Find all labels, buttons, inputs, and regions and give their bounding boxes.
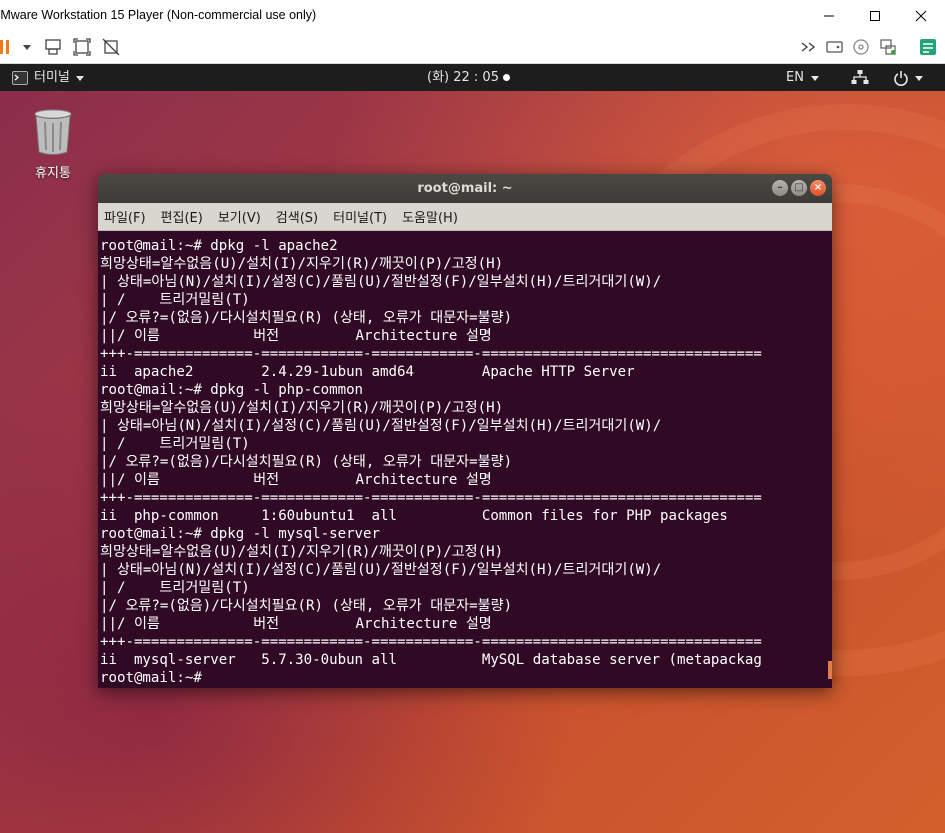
menu-file[interactable]: 파일(F) <box>104 207 146 226</box>
vmware-titlebar: VMware Workstation 15 Player (Non-commer… <box>0 0 945 31</box>
terminal-app-icon <box>12 70 28 85</box>
terminal-line: 희망상태=알수없음(U)/설치(I)/지우기(R)/깨끗이(P)/고정(H) <box>100 256 504 272</box>
terminal-menubar: 파일(F) 편집(E) 보기(V) 검색(S) 터미널(T) 도움말(H) <box>98 203 832 231</box>
app-menu-label: 터미널 <box>34 70 70 85</box>
language-indicator[interactable]: EN <box>786 64 820 91</box>
terminal-line: root@mail:~# dpkg -l apache2 <box>100 238 338 254</box>
terminal-line: ||/ 이름 버전 Architecture 설명 <box>100 328 492 344</box>
network-icon[interactable] <box>878 37 898 57</box>
notes-icon[interactable] <box>918 37 938 57</box>
close-icon[interactable] <box>898 0 944 31</box>
menu-edit[interactable]: 편집(E) <box>161 207 203 226</box>
minimize-icon[interactable]: – <box>772 180 788 196</box>
terminal-line: |/ 오류?=(없음)/다시설치필요(R) (상태, 오류가 대문자=불량) <box>100 598 513 614</box>
terminal-line: | 상태=아님(N)/설치(I)/설정(C)/풀림(U)/절반설정(F)/일부설… <box>100 418 662 434</box>
trash-label: 휴지통 <box>35 166 71 181</box>
window-title: VMware Workstation 15 Player (Non-commer… <box>0 8 317 22</box>
terminal-line: 희망상태=알수없음(U)/설치(I)/지우기(R)/깨끗이(P)/고정(H) <box>100 400 504 416</box>
terminal-window: root@mail: ~ – □ × 파일(F) 편집(E) 보기(V) 검색(… <box>98 174 832 688</box>
menu-search[interactable]: 검색(S) <box>276 207 318 226</box>
terminal-line: root@mail:~# dpkg -l mysql-server <box>100 526 381 542</box>
terminal-line: ||/ 이름 버전 Architecture 설명 <box>100 472 492 488</box>
gnome-topbar: 터미널 (화) 22 : 05 EN <box>0 64 945 91</box>
terminal-line: | 상태=아님(N)/설치(I)/설정(C)/풀림(U)/절반설정(F)/일부설… <box>100 274 662 290</box>
menu-terminal[interactable]: 터미널(T) <box>333 207 387 226</box>
maximize-icon[interactable]: □ <box>791 180 807 196</box>
language-label: EN <box>786 70 804 85</box>
send-keys-icon[interactable] <box>43 37 63 57</box>
cd-icon[interactable] <box>851 37 871 57</box>
vmware-toolbar <box>0 31 945 64</box>
terminal-line: | / 트리거밀림(T) <box>100 436 250 452</box>
ubuntu-desktop: 터미널 (화) 22 : 05 EN 휴지통 root@mail: ~ – □ … <box>0 64 945 833</box>
scrollbar-thumb[interactable] <box>828 661 832 679</box>
terminal-line: +++-==============-============-========… <box>100 490 762 506</box>
notification-dot-icon <box>502 74 510 81</box>
menu-help[interactable]: 도움말(H) <box>402 207 458 226</box>
terminal-line: |/ 오류?=(없음)/다시설치필요(R) (상태, 오류가 대문자=불량) <box>100 454 513 470</box>
terminal-line: | / 트리거밀림(T) <box>100 292 250 308</box>
terminal-line: | 상태=아님(N)/설치(I)/설정(C)/풀림(U)/절반설정(F)/일부설… <box>100 562 662 578</box>
terminal-title: root@mail: ~ <box>417 181 513 196</box>
terminal-output[interactable]: root@mail:~# dpkg -l apache2 희망상태=알수없음(U)… <box>98 231 832 688</box>
terminal-line: | / 트리거밀림(T) <box>100 580 250 596</box>
menu-view[interactable]: 보기(V) <box>218 207 261 226</box>
power-menu[interactable] <box>893 64 924 91</box>
close-icon[interactable]: × <box>810 180 826 196</box>
terminal-titlebar[interactable]: root@mail: ~ – □ × <box>98 174 832 203</box>
unity-icon[interactable] <box>101 37 121 57</box>
terminal-line: ii apache2 2.4.29-1ubun amd64 Apache HTT… <box>100 364 635 380</box>
clock-label: (화) 22 : 05 <box>427 70 499 85</box>
terminal-line: +++-==============-============-========… <box>100 634 762 650</box>
terminal-line: root@mail:~# <box>100 670 211 686</box>
power-icon <box>894 70 908 86</box>
clock[interactable]: (화) 22 : 05 <box>427 64 510 91</box>
terminal-line: root@mail:~# dpkg -l php-common <box>100 382 364 398</box>
chevron-down-icon <box>810 75 819 81</box>
chevron-down-icon <box>915 75 923 81</box>
trash-desktop-icon[interactable]: 휴지통 <box>28 108 78 181</box>
forward-icon[interactable] <box>799 37 819 57</box>
chevron-down-icon <box>75 75 84 81</box>
trash-icon <box>34 109 72 155</box>
minimize-icon[interactable] <box>806 0 852 31</box>
maximize-icon[interactable] <box>852 0 898 31</box>
hdd-icon[interactable] <box>825 37 845 57</box>
terminal-line: |/ 오류?=(없음)/다시설치필요(R) (상태, 오류가 대문자=불량) <box>100 310 513 326</box>
terminal-line: ||/ 이름 버전 Architecture 설명 <box>100 616 492 632</box>
terminal-line: +++-==============-============-========… <box>100 346 762 362</box>
terminal-line: ii mysql-server 5.7.30-0ubun all MySQL d… <box>100 652 762 668</box>
terminal-line: ii php-common 1:60ubuntu1 all Common fil… <box>100 508 728 524</box>
terminal-line: 희망상태=알수없음(U)/설치(I)/지우기(R)/깨끗이(P)/고정(H) <box>100 544 504 560</box>
pause-icon[interactable] <box>0 37 20 57</box>
fullscreen-icon[interactable] <box>72 37 92 57</box>
dropdown-icon[interactable] <box>20 37 40 57</box>
app-menu[interactable]: 터미널 <box>12 64 85 91</box>
network-status-icon[interactable] <box>851 69 869 86</box>
